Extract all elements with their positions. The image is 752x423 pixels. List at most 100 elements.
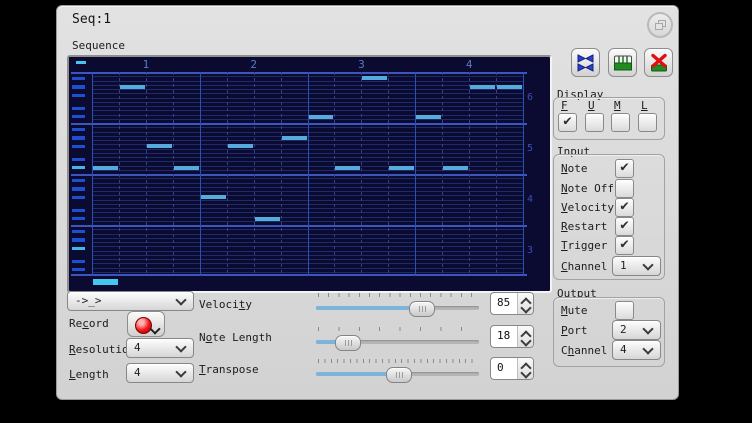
keyboard-key-bar — [72, 196, 85, 199]
input-note-label: Note — [561, 162, 588, 175]
note-bar[interactable] — [362, 76, 387, 80]
input-velocity-checkbox[interactable]: ✔ — [615, 198, 634, 217]
output-port-label: Port — [561, 324, 588, 337]
note-bar[interactable] — [147, 144, 172, 148]
keyboard-key-bar — [72, 94, 85, 97]
rename-icon — [613, 53, 633, 73]
octave-line — [71, 174, 527, 176]
record-button[interactable] — [127, 311, 165, 337]
transpose-slider[interactable] — [316, 359, 479, 383]
display-m-checkbox[interactable] — [611, 113, 630, 132]
input-channel-combobox[interactable]: 1 — [612, 256, 661, 276]
octave-line — [71, 274, 527, 276]
note-bar[interactable] — [335, 166, 360, 170]
beat-number: 1 — [143, 58, 150, 71]
velocity-slider[interactable] — [316, 293, 479, 317]
note-length-slider-handle[interactable] — [335, 335, 361, 351]
restore-button[interactable] — [647, 12, 673, 38]
keyboard-key-bar — [72, 145, 85, 148]
transpose-spin-value: 0 — [497, 361, 504, 374]
keyboard-key-bar — [72, 77, 85, 80]
octave-line — [71, 72, 527, 74]
keyboard-key-bar — [72, 209, 85, 212]
substep-line — [334, 72, 335, 276]
note-length-spinbox[interactable]: 18 — [490, 325, 534, 348]
delete-button[interactable] — [644, 48, 673, 77]
note-bar[interactable] — [174, 166, 199, 170]
length-combobox[interactable]: 4 — [126, 363, 194, 383]
display-f-label: F — [561, 99, 568, 112]
keyboard-key-bar — [72, 238, 85, 241]
output-channel-combobox[interactable]: 4 — [612, 340, 661, 360]
substep-line — [227, 72, 228, 276]
resolution-combobox[interactable]: 4 — [126, 338, 194, 358]
octave-line — [71, 225, 527, 227]
note-bar[interactable] — [443, 166, 468, 170]
record-label: Record — [69, 317, 109, 330]
transpose-spinbox[interactable]: 0 — [490, 357, 534, 380]
keyboard-key-bar — [72, 107, 85, 110]
sequence-grid-frame: 12346543 — [67, 55, 552, 293]
keyboard-key-bar — [72, 179, 85, 182]
length-value: 4 — [134, 366, 141, 379]
note-bar[interactable] — [416, 115, 441, 119]
octave-number: 5 — [527, 143, 533, 154]
output-port-value: 2 — [620, 323, 627, 336]
display-l-checkbox[interactable] — [638, 113, 657, 132]
keyboard-key-bar — [72, 128, 85, 131]
beat-number: 3 — [358, 58, 365, 71]
substep-line — [146, 72, 147, 276]
note-bar[interactable] — [497, 85, 522, 89]
input-note-off-checkbox[interactable] — [615, 179, 634, 198]
substep-line — [361, 72, 362, 276]
input-channel-label: Channel — [561, 260, 607, 273]
input-restart-label: Restart — [561, 220, 607, 233]
note-bar[interactable] — [282, 136, 307, 140]
note-bar[interactable] — [309, 115, 334, 119]
display-u-checkbox[interactable] — [585, 113, 604, 132]
input-trigger-checkbox[interactable]: ✔ — [615, 236, 634, 255]
substep-line — [254, 72, 255, 276]
output-port-combobox[interactable]: 2 — [612, 320, 661, 340]
note-bar[interactable] — [255, 217, 280, 221]
beat-line — [92, 72, 93, 276]
display-f-checkbox[interactable]: ✔ — [558, 113, 577, 132]
seq-module-window: Seq:1 — [56, 5, 679, 400]
output-mute-checkbox[interactable] — [615, 301, 634, 320]
velocity-slider-handle[interactable] — [409, 301, 435, 317]
duplicate-button[interactable] — [571, 48, 600, 77]
length-label: Length — [69, 368, 109, 381]
velocity-spinbox[interactable]: 85 — [490, 292, 534, 315]
note-bar[interactable] — [389, 166, 414, 170]
rename-button[interactable] — [608, 48, 637, 77]
spin-buttons[interactable] — [517, 326, 533, 347]
input-restart-checkbox[interactable]: ✔ — [615, 217, 634, 236]
note-length-spin-value: 18 — [497, 329, 510, 342]
note-bar[interactable] — [93, 166, 118, 170]
substep-line — [388, 72, 389, 276]
substep-line — [281, 72, 282, 276]
piano-roll-grid[interactable]: 12346543 — [69, 57, 546, 287]
display-l-label: L — [641, 99, 648, 112]
note-length-slider[interactable] — [316, 327, 479, 351]
sequence-frame-label: Sequence — [72, 39, 125, 52]
spin-buttons[interactable] — [517, 358, 533, 379]
note-length-label: Note Length — [199, 331, 272, 344]
spin-buttons[interactable] — [517, 293, 533, 314]
slider-ticks — [318, 293, 477, 297]
note-bar[interactable] — [201, 195, 226, 199]
keyboard-key-bar — [72, 217, 85, 220]
keyboard-key-bar — [72, 230, 85, 233]
substep-line — [469, 72, 470, 276]
input-note-checkbox[interactable]: ✔ — [615, 159, 634, 178]
velocity-spin-value: 85 — [497, 296, 510, 309]
pattern-combobox[interactable]: ->_> — [67, 291, 194, 311]
note-bar[interactable] — [470, 85, 495, 89]
slider-fill — [316, 306, 421, 310]
window-title: Seq:1 — [72, 12, 111, 27]
chevron-down-icon — [642, 259, 653, 270]
note-bar[interactable] — [228, 144, 253, 148]
keyboard-key-bar — [72, 115, 85, 118]
transpose-slider-handle[interactable] — [386, 367, 412, 383]
note-bar[interactable] — [120, 85, 145, 89]
